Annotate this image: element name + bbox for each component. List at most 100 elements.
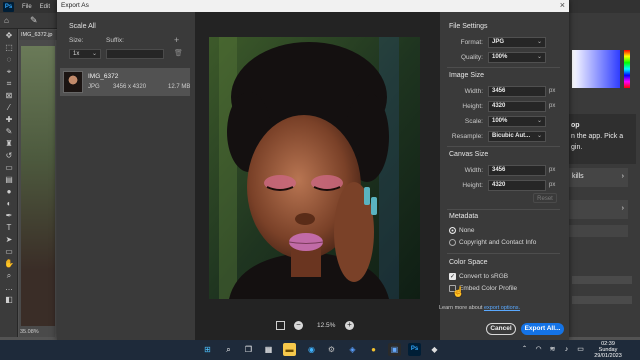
export-options-link[interactable]: export options. [484, 305, 520, 311]
edge-icon[interactable]: ◉ [305, 343, 318, 356]
color-picker-field[interactable] [572, 50, 620, 88]
close-icon[interactable]: × [560, 0, 565, 10]
type-tool-icon[interactable]: T [3, 223, 15, 232]
scale-label: Scale: [464, 118, 483, 125]
quality-select[interactable]: 100% ⌄ [488, 52, 546, 63]
image-width-input[interactable]: 3456 [488, 86, 546, 97]
app-icon[interactable]: ◈ [346, 343, 359, 356]
scale-value: 100% [492, 118, 508, 124]
format-select[interactable]: JPG ⌄ [488, 37, 546, 48]
zoom-out-icon[interactable]: − [294, 321, 303, 330]
pen-tool-icon[interactable]: ✒ [3, 211, 15, 220]
trash-icon[interactable]: 🗑 [174, 49, 183, 57]
image-height-input[interactable]: 4320 [488, 101, 546, 112]
hand-cursor-icon: ☝ [452, 287, 465, 298]
zoom-in-icon[interactable]: + [345, 321, 354, 330]
canvas-height-input[interactable]: 4320 [488, 180, 546, 191]
preview-image[interactable] [209, 37, 420, 299]
convert-srgb-label: Convert to sRGB [459, 273, 509, 280]
chevron-down-icon: ⌄ [536, 39, 542, 45]
wifi-icon[interactable]: ≋ [546, 343, 559, 356]
divider [447, 253, 560, 254]
quality-label: Quality: [460, 54, 483, 61]
settings-icon[interactable]: ⚙ [325, 343, 338, 356]
home-icon[interactable]: ⌂ [4, 16, 9, 25]
document-tab[interactable]: IMG_6372.jp [19, 30, 59, 40]
battery-icon[interactable]: ▭ [574, 343, 587, 356]
chrome-icon[interactable]: ● [367, 343, 380, 356]
eyedropper-tool-icon[interactable]: ⁄ [3, 103, 15, 112]
hue-slider[interactable] [624, 50, 630, 88]
learn-card[interactable]: kills › [568, 168, 628, 187]
reset-button[interactable]: Reset [533, 193, 557, 203]
clock[interactable]: 02:39 Sunday 29/01/2023 [588, 341, 628, 359]
app-icon[interactable]: ◆ [428, 343, 441, 356]
frame-tool-icon[interactable]: ⊠ [3, 91, 15, 100]
healing-tool-icon[interactable]: ✚ [3, 115, 15, 124]
task-view-icon[interactable]: ❐ [242, 343, 255, 356]
dodge-tool-icon[interactable]: ◐ [3, 199, 15, 208]
widgets-icon[interactable]: ▦ [262, 343, 275, 356]
chevron-down-icon: ⌄ [91, 51, 97, 57]
color-swatch-icon[interactable]: ◧ [3, 295, 15, 304]
size-select-value: 1x [73, 51, 80, 57]
asset-name: IMG_6372 [88, 73, 119, 80]
layer-row[interactable] [572, 276, 632, 284]
metadata-none-radio[interactable] [449, 227, 456, 234]
brush-icon[interactable]: ✎ [30, 15, 38, 26]
history-brush-tool-icon[interactable]: ↺ [3, 151, 15, 160]
crop-tool-icon[interactable]: ⌗ [3, 79, 15, 88]
stamp-tool-icon[interactable]: ♜ [3, 139, 15, 148]
menu-edit[interactable]: Edit [40, 4, 50, 10]
eraser-tool-icon[interactable]: ▭ [3, 163, 15, 172]
chevron-up-icon[interactable]: ⌃ [518, 343, 531, 356]
file-explorer-icon[interactable]: ▬ [283, 343, 296, 356]
windows-start-icon[interactable]: ⊞ [201, 343, 214, 356]
resample-select[interactable]: Bicubic Aut... ⌄ [488, 131, 546, 142]
document-zoom-level: 35.08% [20, 329, 39, 335]
asset-file-size: 12.7 MB [168, 84, 191, 90]
hand-tool-icon[interactable]: ✋ [3, 259, 15, 268]
volume-icon[interactable]: ♪ [560, 343, 573, 356]
zoom-tool-icon[interactable]: ⌕ [3, 271, 15, 280]
canvas-size-heading: Canvas Size [449, 151, 489, 158]
shape-tool-icon[interactable]: ▭ [3, 247, 15, 256]
canvas-width-label: Width: [464, 167, 483, 174]
suffix-label: Suffix: [106, 37, 124, 44]
unit-label: px [549, 182, 556, 188]
canvas-width-input[interactable]: 3456 [488, 165, 546, 176]
cancel-button[interactable]: Cancel [486, 323, 516, 335]
metadata-none-label: None [459, 227, 475, 234]
marquee-tool-icon[interactable]: ⬚ [3, 43, 15, 52]
chevron-right-icon: › [621, 173, 624, 180]
learn-card[interactable]: › [568, 200, 628, 219]
blur-tool-icon[interactable]: ● [3, 187, 15, 196]
preview-zoom-value: 12.5% [317, 322, 336, 329]
add-scale-icon[interactable]: + [174, 35, 179, 45]
asset-thumbnail [63, 71, 83, 93]
chevron-down-icon: ⌄ [536, 54, 542, 60]
quick-select-tool-icon[interactable]: ⌖ [3, 67, 15, 76]
terminal-icon[interactable]: ▣ [388, 343, 401, 356]
convert-srgb-checkbox[interactable]: ✓ [449, 273, 456, 280]
photoshop-taskbar-icon[interactable]: Ps [408, 343, 421, 356]
gradient-tool-icon[interactable]: ▤ [3, 175, 15, 184]
learn-card[interactable] [568, 225, 628, 237]
brush-tool-icon[interactable]: ✎ [3, 127, 15, 136]
more-tools-icon[interactable]: … [3, 283, 15, 292]
menu-file[interactable]: File [22, 4, 32, 10]
lasso-tool-icon[interactable]: ◌ [3, 55, 15, 64]
chevron-right-icon: › [621, 205, 624, 212]
export-all-button[interactable]: Export All... [521, 323, 564, 335]
network-icon[interactable]: ◠ [532, 343, 545, 356]
scale-select[interactable]: 100% ⌄ [488, 116, 546, 127]
suffix-input[interactable] [106, 49, 164, 59]
move-tool-icon[interactable]: ✥ [3, 31, 15, 40]
photoshop-logo-icon: Ps [3, 1, 14, 12]
metadata-copyright-radio[interactable] [449, 239, 456, 246]
path-select-tool-icon[interactable]: ➤ [3, 235, 15, 244]
size-select[interactable]: 1x ⌄ [69, 49, 101, 59]
crop-icon[interactable] [276, 321, 285, 330]
search-icon[interactable]: ⌕ [222, 343, 235, 356]
layer-row[interactable] [572, 296, 632, 304]
